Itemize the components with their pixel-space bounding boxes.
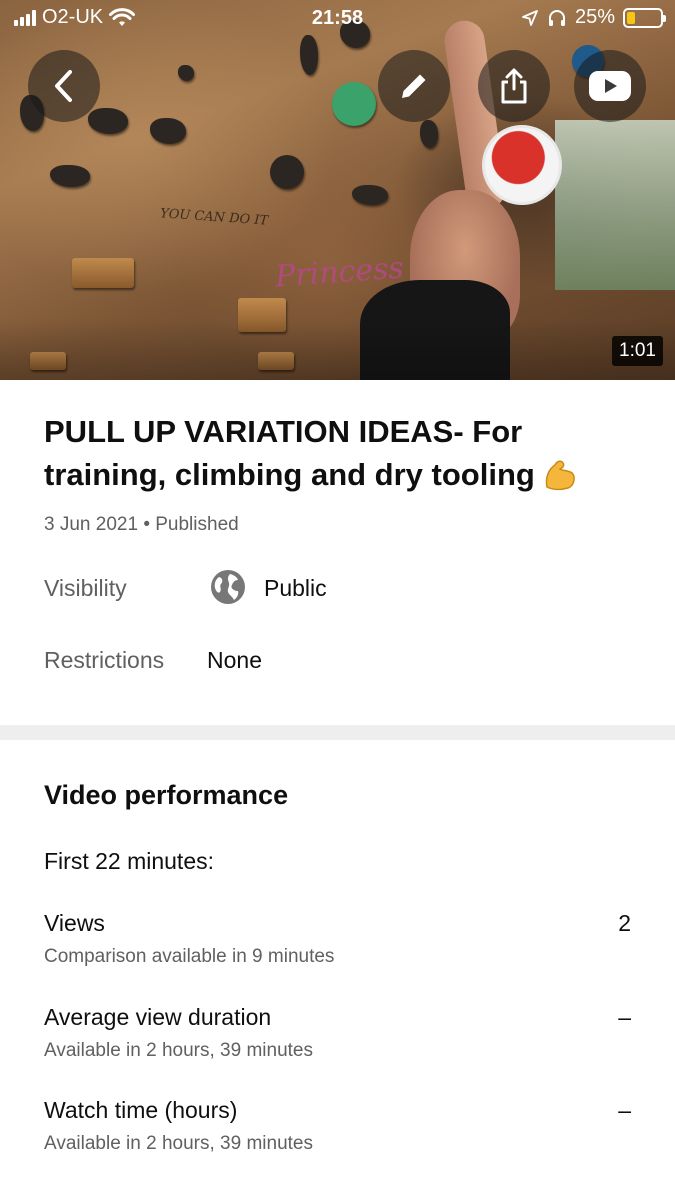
wall-scribble: YOU CAN DO IT — [159, 206, 269, 229]
metric-avg-duration-label: Average view duration — [44, 1004, 272, 1030]
climber-helmet — [482, 125, 562, 205]
location-arrow-icon — [522, 9, 538, 26]
share-icon — [501, 68, 527, 104]
restrictions-value[interactable]: None — [207, 647, 262, 674]
climbing-hold — [420, 120, 438, 148]
status-bar: O2-UK 21:58 25% — [0, 0, 675, 38]
climbing-hold — [352, 185, 388, 205]
climbing-hold — [270, 155, 304, 189]
restrictions-label: Restrictions — [44, 647, 165, 673]
publish-date: 3 Jun 2021 — [44, 514, 139, 535]
headphones-icon — [548, 9, 565, 26]
globe-icon — [211, 570, 245, 604]
visibility-value[interactable]: Public — [264, 575, 327, 602]
climbing-hold — [88, 108, 128, 134]
share-button[interactable] — [478, 50, 550, 122]
visibility-label: Visibility — [44, 575, 127, 601]
climbing-hold — [332, 82, 376, 126]
performance-section-title: Video performance — [44, 780, 289, 810]
metric-avg-duration-sub: Available in 2 hours, 39 minutes — [44, 1040, 313, 1061]
open-youtube-button[interactable] — [574, 50, 646, 122]
climbing-hold — [300, 35, 318, 75]
metric-views-value: 2 — [618, 910, 631, 936]
publish-status: Published — [155, 514, 239, 535]
video-title-text: PULL UP VARIATION IDEAS- For training, c… — [44, 414, 535, 492]
metric-avg-duration-value: – — [618, 1004, 631, 1030]
metric-views-sub: Comparison available in 9 minutes — [44, 946, 335, 967]
background-window — [555, 120, 675, 290]
video-thumbnail[interactable]: YOU CAN DO IT Princess 1:01 — [0, 0, 675, 380]
wooden-hold — [72, 258, 134, 288]
back-button[interactable] — [28, 50, 100, 122]
climbing-hold — [150, 118, 186, 144]
climbing-hold — [50, 165, 90, 187]
climbing-hold — [178, 65, 194, 81]
metric-watch-time-sub: Available in 2 hours, 39 minutes — [44, 1133, 313, 1154]
metric-watch-time-label: Watch time (hours) — [44, 1097, 238, 1123]
publish-meta: 3 Jun 2021 • Published — [44, 514, 239, 535]
performance-period: First 22 minutes: — [44, 848, 214, 874]
battery-percent: 25% — [574, 6, 615, 28]
section-divider — [0, 725, 675, 740]
pencil-icon — [402, 74, 426, 98]
edit-button[interactable] — [378, 50, 450, 122]
metric-watch-time-value: – — [618, 1097, 631, 1123]
flexed-biceps-icon — [541, 457, 577, 502]
metric-views-label: Views — [44, 910, 105, 936]
youtube-play-icon — [589, 71, 631, 101]
battery-icon — [623, 7, 666, 28]
video-title: PULL UP VARIATION IDEAS- For training, c… — [44, 410, 644, 502]
back-chevron-icon — [55, 70, 72, 102]
video-duration-badge: 1:01 — [612, 336, 663, 366]
